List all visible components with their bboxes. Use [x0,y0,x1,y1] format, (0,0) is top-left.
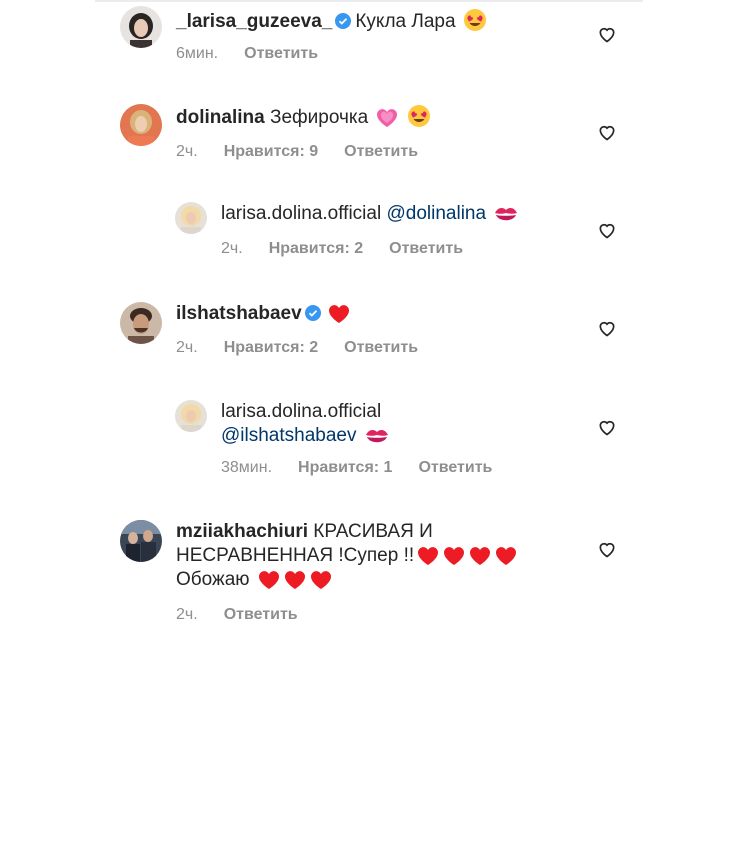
avatar[interactable] [120,6,162,48]
kiss-mark-emoji-icon [365,430,388,443]
username[interactable]: _larisa_guzeeva_ [176,11,332,32]
avatar[interactable] [175,400,207,432]
likes-count[interactable]: Нравится: 2 [224,339,318,356]
mention-link[interactable]: @ilshatshabaev [221,425,356,446]
kiss-mark-emoji-icon [495,208,518,221]
heart-outline-icon[interactable] [597,24,617,44]
comment-text: Кукла Лара [355,11,456,32]
red-heart-emoji-icon [284,571,305,589]
red-heart-emoji-icon [310,571,331,589]
red-heart-emoji-icon [328,305,349,323]
likes-count[interactable]: Нравится: 9 [224,143,318,160]
red-heart-emoji-icon [496,547,517,565]
avatar[interactable] [120,104,162,146]
reply-button[interactable]: Ответить [344,143,418,160]
avatar[interactable] [120,520,162,562]
comment-text-line2: НЕСРАВНЕННАЯ !Супер !! [176,545,415,566]
heart-outline-icon[interactable] [597,122,617,142]
comment-text: Зефирочка [269,107,369,128]
heart-outline-icon[interactable] [597,318,617,338]
heart-outline-icon[interactable] [597,539,617,559]
heart-outline-icon[interactable] [597,417,617,437]
likes-count[interactable]: Нравится: 1 [298,459,392,476]
reply-button[interactable]: Ответить [418,459,492,476]
avatar[interactable] [120,302,162,344]
username[interactable]: larisa.dolina.official [221,203,381,224]
red-heart-emoji-icon [418,547,439,565]
red-heart-emoji-icon [470,547,491,565]
reply-button[interactable]: Ответить [344,339,418,356]
heart-outline-icon[interactable] [597,220,617,240]
growing-heart-emoji-icon [377,109,398,127]
comment-time: 38мин. [221,459,273,476]
username[interactable]: larisa.dolina.official [221,401,381,422]
verified-badge-icon [335,13,352,29]
verified-badge-icon [304,305,321,321]
red-heart-emoji-icon [444,547,465,565]
comment-time: 2ч. [221,240,243,257]
reply-button[interactable]: Ответить [244,45,318,62]
username[interactable]: dolinalina [176,107,265,128]
comment-time: 2ч. [176,339,198,356]
heart-eyes-emoji-icon [407,105,430,127]
heart-eyes-emoji-icon [463,9,486,31]
mention-link[interactable]: @dolinalina [386,203,486,224]
comment-text-line1: КРАСИВАЯ И [313,521,433,542]
username[interactable]: mziiakhachiuri [176,521,308,542]
likes-count[interactable]: Нравится: 2 [269,240,363,257]
avatar[interactable] [175,202,207,234]
comment-text-line3: Обожаю [176,569,250,590]
reply-button[interactable]: Ответить [389,240,463,257]
comment-time: 2ч. [176,606,198,623]
comment-time: 6мин. [176,45,219,62]
top-divider [95,0,643,2]
comment-time: 2ч. [176,143,198,160]
red-heart-emoji-icon [258,571,279,589]
reply-button[interactable]: Ответить [224,606,298,623]
username[interactable]: ilshatshabaev [176,303,302,324]
